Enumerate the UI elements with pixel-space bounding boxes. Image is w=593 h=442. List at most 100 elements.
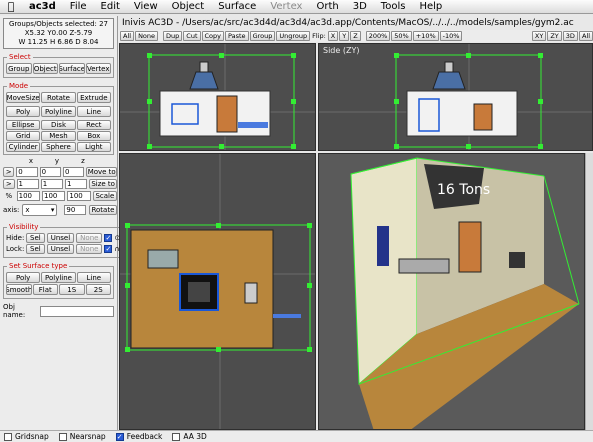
disk-button[interactable]: Disk — [41, 120, 76, 130]
lock-none-button[interactable]: None — [76, 244, 103, 254]
hide-none-button[interactable]: None — [76, 233, 103, 243]
ellipse-button[interactable]: Ellipse — [6, 120, 41, 130]
obj-name-field[interactable] — [39, 305, 114, 317]
gridsnap-checkbox[interactable] — [4, 432, 12, 441]
sphere-button[interactable]: Sphere — [41, 142, 76, 152]
two-sided-button[interactable]: 2S — [85, 284, 111, 295]
scale-x-field[interactable]: 100 — [16, 191, 40, 201]
top-view-canvas[interactable] — [120, 154, 316, 430]
menu-vertex[interactable]: Vertex — [263, 1, 309, 12]
scale-z-field[interactable]: 100 — [67, 191, 91, 201]
polyline-button[interactable]: Polyline — [41, 106, 76, 117]
paste-button[interactable]: Paste — [225, 31, 249, 41]
select-object-button[interactable]: Object — [32, 63, 58, 74]
perspective-viewport[interactable]: 16 Tons — [318, 153, 585, 430]
vertical-scrollbar[interactable] — [585, 153, 593, 430]
mesh-button[interactable]: Mesh — [41, 131, 76, 141]
lock-unsel-button[interactable]: Unsel — [46, 244, 75, 254]
rotate-mode-button[interactable]: Rotate — [41, 92, 76, 103]
surface-line-button[interactable]: Line — [76, 272, 111, 283]
box-button[interactable]: Box — [76, 131, 111, 141]
flat-button[interactable]: Flat — [32, 284, 58, 295]
view-all-button[interactable]: All — [578, 31, 593, 41]
cut-button[interactable]: Cut — [183, 31, 201, 41]
size-to-button[interactable]: Size to — [89, 179, 117, 189]
grid-button[interactable]: Grid — [6, 131, 41, 141]
hide-unsel-button[interactable]: Unsel — [46, 233, 75, 243]
menu-edit[interactable]: Edit — [94, 1, 127, 12]
nearsnap-checkbox[interactable] — [58, 432, 67, 441]
light-button[interactable]: Light — [76, 142, 111, 152]
lock-checkbox[interactable]: ✓ — [104, 245, 113, 253]
zoom-out-10-button[interactable]: -10% — [439, 31, 463, 41]
menu-view[interactable]: View — [127, 1, 165, 12]
side-viewport[interactable]: Side (ZY) — [318, 43, 593, 151]
copy-button[interactable]: Copy — [201, 31, 225, 41]
menu-tools[interactable]: Tools — [374, 1, 413, 12]
rotate-button[interactable]: Rotate — [88, 205, 117, 215]
view-xy-button[interactable]: XY — [531, 31, 547, 41]
feedback-toggle[interactable]: ✓ Feedback — [115, 432, 162, 441]
menu-orth[interactable]: Orth — [309, 1, 345, 12]
movesize-button[interactable]: MoveSize — [6, 92, 41, 103]
menu-3d[interactable]: 3D — [346, 1, 374, 12]
flip-x-button[interactable]: X — [327, 31, 339, 41]
duplicate-button[interactable]: Dup — [163, 31, 183, 41]
lock-sel-button[interactable]: Sel — [26, 244, 45, 254]
zoom-in-10-button[interactable]: +10% — [412, 31, 439, 41]
select-none-button[interactable]: None — [135, 31, 159, 41]
select-all-button[interactable]: All — [120, 31, 135, 41]
rotate-angle-field[interactable]: 90 — [64, 205, 86, 215]
menu-object[interactable]: Object — [165, 1, 212, 12]
move-to-button[interactable]: Move to — [86, 167, 117, 177]
apple-menu-icon[interactable]:  — [0, 0, 22, 13]
view-zy-button[interactable]: ZY — [547, 31, 562, 41]
cylinder-button[interactable]: Cylinder — [6, 142, 41, 152]
poly-button[interactable]: Poly — [6, 106, 41, 117]
ungroup-button[interactable]: Ungroup — [276, 31, 311, 41]
aa3d-toggle[interactable]: AA 3D — [172, 432, 207, 441]
scale-y-field[interactable]: 100 — [42, 191, 66, 201]
smooth-button[interactable]: Smooth — [6, 284, 32, 295]
menu-ac3d[interactable]: ac3d — [22, 1, 63, 12]
flip-y-button[interactable]: Y — [339, 31, 350, 41]
move-x-field[interactable]: 0 — [16, 167, 38, 177]
rect-button[interactable]: Rect — [76, 120, 111, 130]
zoom-50-button[interactable]: 50% — [391, 31, 412, 41]
gridsnap-toggle[interactable]: Gridsnap — [4, 432, 49, 441]
top-viewport[interactable] — [119, 153, 316, 430]
surface-poly-button[interactable]: Poly — [6, 272, 41, 283]
menu-surface[interactable]: Surface — [211, 1, 263, 12]
feedback-checkbox[interactable]: ✓ — [115, 432, 124, 441]
hide-sel-button[interactable]: Sel — [26, 233, 45, 243]
aa3d-checkbox[interactable] — [172, 432, 181, 441]
menu-file[interactable]: File — [63, 1, 94, 12]
menu-help[interactable]: Help — [412, 1, 449, 12]
size-z-field[interactable]: 1 — [65, 179, 88, 189]
axis-select[interactable]: x ▾ — [22, 204, 58, 216]
group-button[interactable]: Group — [249, 31, 276, 41]
hide-checkbox[interactable]: ✓ — [104, 234, 113, 242]
surface-polyline-button[interactable]: Polyline — [41, 272, 76, 283]
size-y-field[interactable]: 1 — [40, 179, 64, 189]
one-sided-button[interactable]: 1S — [59, 284, 85, 295]
scale-button[interactable]: Scale — [92, 191, 117, 201]
nearsnap-toggle[interactable]: Nearsnap — [58, 432, 106, 441]
select-group-button[interactable]: Group — [6, 63, 32, 74]
front-view-canvas[interactable] — [120, 44, 316, 151]
front-viewport[interactable] — [119, 43, 316, 151]
select-vertex-button[interactable]: Vertex — [85, 63, 111, 74]
select-surface-button[interactable]: Surface — [59, 63, 85, 74]
line-button[interactable]: Line — [76, 106, 111, 117]
flip-z-button[interactable]: Z — [350, 31, 361, 41]
size-arrow-button[interactable]: > — [3, 179, 15, 189]
size-x-field[interactable]: 1 — [16, 179, 39, 189]
move-z-field[interactable]: 0 — [63, 167, 85, 177]
side-view-canvas[interactable] — [319, 44, 593, 151]
3d-view-canvas[interactable]: 16 Tons — [319, 154, 585, 430]
zoom-200-button[interactable]: 200% — [365, 31, 391, 41]
move-arrow-button[interactable]: > — [3, 167, 15, 177]
move-y-field[interactable]: 0 — [39, 167, 62, 177]
extrude-button[interactable]: Extrude — [76, 92, 111, 103]
view-3d-button[interactable]: 3D — [562, 31, 578, 41]
